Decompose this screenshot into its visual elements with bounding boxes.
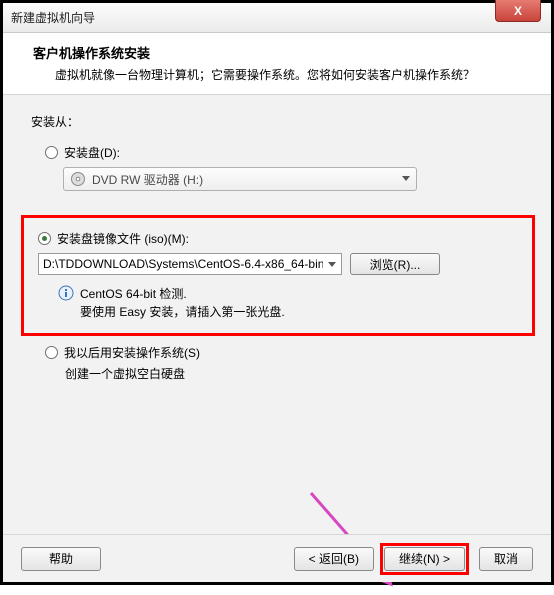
iso-path-row: D:\TDDOWNLOAD\Systems\CentOS-6.4-x86_64-…	[38, 253, 522, 275]
option-iso-row[interactable]: 安装盘镜像文件 (iso)(M):	[38, 230, 522, 247]
option-iso-label: 安装盘镜像文件 (iso)(M):	[57, 230, 189, 247]
disc-drive-select[interactable]: DVD RW 驱动器 (H:)	[63, 167, 417, 191]
iso-info-line2: 要使用 Easy 安装，请插入第一张光盘.	[80, 303, 285, 321]
radio-later[interactable]	[45, 346, 58, 359]
wizard-window: 新建虚拟机向导 X 客户机操作系统安装 虚拟机就像一台物理计算机；它需要操作系统…	[0, 0, 554, 585]
radio-disc[interactable]	[45, 146, 58, 159]
wizard-body: 安装从： 安装盘(D): DVD RW 驱动器 (H:) 安装盘镜像文件 (is…	[3, 95, 551, 535]
install-from-label: 安装从：	[31, 113, 527, 130]
disc-drive-value: DVD RW 驱动器 (H:)	[92, 171, 203, 188]
disc-icon	[70, 171, 86, 187]
iso-info-row: CentOS 64-bit 检测. 要使用 Easy 安装，请插入第一张光盘.	[58, 285, 522, 321]
cancel-button[interactable]: 取消	[479, 547, 533, 571]
header-subtitle: 虚拟机就像一台物理计算机；它需要操作系统。您将如何安装客户机操作系统？	[33, 66, 533, 84]
chevron-down-icon	[328, 262, 336, 267]
option-later-sub: 创建一个虚拟空白硬盘	[65, 365, 527, 382]
iso-path-value: D:\TDDOWNLOAD\Systems\CentOS-6.4-x86_64-…	[43, 257, 323, 271]
next-button-highlight: 继续(N) >	[384, 547, 465, 571]
option-later-row[interactable]: 我以后用安装操作系统(S)	[45, 344, 527, 361]
option-disc-block: 安装盘(D): DVD RW 驱动器 (H:)	[45, 144, 527, 191]
wizard-header: 客户机操作系统安装 虚拟机就像一台物理计算机；它需要操作系统。您将如何安装客户机…	[3, 33, 551, 95]
header-title: 客户机操作系统安装	[33, 43, 533, 62]
browse-button[interactable]: 浏览(R)...	[350, 253, 440, 275]
iso-path-input[interactable]: D:\TDDOWNLOAD\Systems\CentOS-6.4-x86_64-…	[38, 253, 342, 275]
iso-info-text: CentOS 64-bit 检测. 要使用 Easy 安装，请插入第一张光盘.	[80, 285, 285, 321]
highlight-iso-box: 安装盘镜像文件 (iso)(M): D:\TDDOWNLOAD\Systems\…	[21, 215, 535, 336]
close-icon: X	[514, 4, 522, 18]
next-button[interactable]: 继续(N) >	[384, 547, 465, 571]
option-disc-label: 安装盘(D):	[64, 144, 120, 161]
radio-iso[interactable]	[38, 232, 51, 245]
close-button[interactable]: X	[495, 0, 541, 22]
help-button[interactable]: 帮助	[21, 547, 101, 571]
option-disc-row[interactable]: 安装盘(D):	[45, 144, 527, 161]
titlebar: 新建虚拟机向导 X	[3, 3, 551, 33]
iso-info-line1: CentOS 64-bit 检测.	[80, 285, 285, 303]
option-later-label: 我以后用安装操作系统(S)	[64, 344, 200, 361]
chevron-down-icon	[402, 176, 410, 181]
window-title: 新建虚拟机向导	[11, 9, 95, 26]
info-icon	[58, 285, 74, 301]
back-button[interactable]: < 返回(B)	[294, 547, 374, 571]
option-later-block: 我以后用安装操作系统(S) 创建一个虚拟空白硬盘	[45, 344, 527, 382]
wizard-footer: 帮助 < 返回(B) 继续(N) > 取消	[3, 534, 551, 582]
